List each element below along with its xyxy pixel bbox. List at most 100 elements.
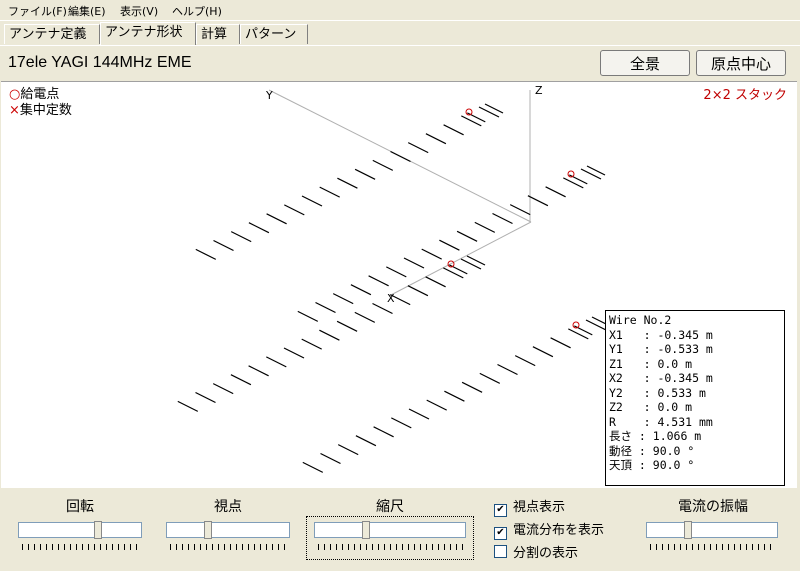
antenna-element	[248, 222, 270, 234]
antenna-element	[354, 168, 376, 180]
antenna-element	[478, 106, 500, 118]
antenna-element	[373, 426, 394, 438]
antenna-element	[315, 301, 336, 314]
antenna-element	[403, 257, 425, 269]
current-amplitude-ticks	[650, 544, 776, 550]
menu-view[interactable]: 表示(V)	[120, 3, 158, 19]
viewpoint-slider-thumb[interactable]	[204, 521, 212, 539]
rotate-label: 回転	[66, 499, 94, 515]
wire-info-row: 動径 : 90.0 °	[609, 443, 695, 458]
wire-info-row: Z1 : 0.0 m	[609, 356, 693, 371]
wire-info-row: X2 : -0.345 m	[609, 371, 713, 385]
antenna-element	[386, 266, 407, 278]
antenna-element	[425, 276, 446, 288]
menu-bar: ファイル(F) 編集(E) 表示(V) ヘルプ(H)	[0, 0, 800, 21]
antenna-element	[297, 310, 319, 322]
rotate-slider-thumb[interactable]	[94, 521, 102, 539]
antenna-element	[479, 372, 501, 384]
checkbox-icon: ✔	[494, 527, 507, 540]
wire-info-row: Z2 : 0.0 m	[609, 400, 693, 414]
antenna-element	[545, 186, 566, 198]
antenna-element	[461, 115, 482, 127]
antenna-element	[301, 338, 322, 350]
tab-bar: アンテナ定義 アンテナ形状 計算 パターン	[0, 22, 800, 46]
antenna-element	[527, 195, 549, 207]
show-viewpoint-checkbox[interactable]: ✔ 視点表示	[494, 496, 565, 517]
antenna-element	[354, 311, 376, 323]
antenna-element	[568, 328, 589, 340]
antenna-element	[550, 337, 571, 349]
antenna-element	[532, 346, 554, 358]
viewpoint-slider-h[interactable]	[166, 522, 206, 538]
antenna-element	[320, 452, 341, 465]
current-amplitude-label: 電流の振幅	[678, 499, 748, 515]
antenna-element	[319, 186, 340, 198]
antenna-element	[461, 381, 483, 393]
tab-calculation[interactable]: 計算	[196, 24, 240, 44]
show-segments-checkbox[interactable]: 分割の表示	[494, 542, 578, 561]
antenna-element	[301, 195, 323, 207]
antenna-element	[444, 390, 465, 402]
menu-file[interactable]: ファイル(F)	[8, 3, 67, 19]
antenna-element	[350, 284, 372, 296]
tab-antenna-definition[interactable]: アンテナ定義	[4, 24, 100, 44]
antenna-element	[213, 239, 234, 252]
antenna-element	[585, 319, 607, 331]
wire-info-panel: Wire No.2 X1 : -0.345 m Y1 : -0.533 m Z1…	[605, 310, 785, 486]
scale-label: 縮尺	[376, 499, 404, 515]
rotate-slider-v[interactable]	[98, 522, 142, 538]
antenna-element	[563, 177, 584, 189]
antenna-element	[408, 408, 430, 420]
wire-info-row: Y1 : -0.533 m	[609, 342, 713, 356]
wire-info-row: 長さ : 1.066 m	[609, 429, 702, 443]
antenna-element	[195, 391, 216, 404]
z-axis-label: Z	[535, 84, 543, 97]
antenna-element	[514, 355, 536, 367]
rotate-slider-h[interactable]	[18, 522, 96, 538]
x-axis-label: X	[387, 292, 395, 305]
antenna-element	[407, 285, 429, 297]
checkbox-icon: ✔	[494, 504, 507, 517]
tab-pattern[interactable]: パターン	[240, 24, 308, 44]
rotate-ticks	[22, 544, 140, 550]
antenna-element	[439, 239, 460, 251]
viewpoint-label: 視点	[214, 499, 242, 515]
antenna-view-canvas[interactable]: ○給電点 ×集中定数 2×2 スタック Y Z X Wire No.2 X1 :…	[1, 81, 797, 488]
scale-ticks	[318, 544, 468, 550]
antenna-element	[425, 133, 447, 145]
antenna-element	[195, 248, 217, 260]
antenna-element	[248, 365, 269, 377]
menu-help[interactable]: ヘルプ(H)	[172, 3, 222, 19]
scale-slider[interactable]	[314, 522, 466, 538]
antenna-element	[391, 417, 412, 429]
antenna-element	[212, 383, 234, 395]
current-amplitude-slider-a[interactable]	[646, 522, 686, 538]
antenna-title: 17ele YAGI 144MHz EME	[8, 54, 192, 71]
antenna-element	[336, 320, 358, 332]
antenna-element	[492, 212, 513, 225]
antenna-element	[177, 400, 199, 412]
antenna-elements	[177, 103, 611, 473]
antenna-element	[497, 363, 518, 376]
antenna-element	[443, 124, 464, 136]
viewpoint-ticks	[170, 544, 288, 550]
antenna-element	[355, 435, 377, 447]
viewpoint-slider-v[interactable]	[210, 522, 290, 538]
antenna-element	[319, 329, 340, 341]
full-view-button[interactable]: 全景	[600, 50, 690, 76]
antenna-element	[230, 231, 252, 243]
antenna-element	[302, 461, 324, 473]
antenna-element	[332, 293, 354, 305]
tab-antenna-shape[interactable]: アンテナ形状	[100, 22, 196, 45]
antenna-element	[460, 258, 482, 270]
antenna-element	[426, 399, 447, 411]
menu-edit[interactable]: 編集(E)	[68, 3, 106, 19]
antenna-element	[283, 347, 305, 359]
antenna-element	[456, 230, 478, 242]
origin-center-button[interactable]: 原点中心	[696, 50, 786, 76]
current-amplitude-slider-thumb[interactable]	[684, 521, 692, 539]
current-amplitude-slider-b[interactable]	[690, 522, 778, 538]
wire-info-row: R : 4.531 mm	[609, 414, 713, 429]
show-current-distribution-checkbox[interactable]: ✔ 電流分布を表示	[494, 519, 604, 540]
scale-slider-thumb[interactable]	[362, 521, 370, 539]
